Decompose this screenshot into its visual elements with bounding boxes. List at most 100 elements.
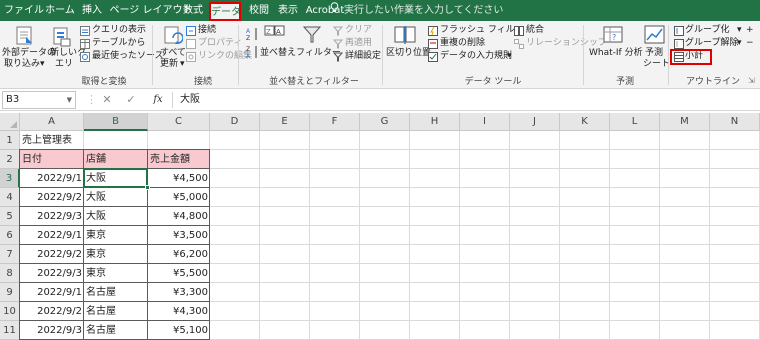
table-border [19, 320, 84, 340]
forecast-sheet-button[interactable]: 予測 [645, 48, 663, 59]
svg-text:Z: Z [246, 46, 250, 53]
group-divider [382, 25, 383, 85]
svg-text:?: ? [612, 33, 616, 42]
flash-fill-button[interactable]: フラッシュ フィル [440, 25, 515, 36]
svg-text:Z: Z [266, 28, 271, 36]
properties-button[interactable]: プロパティ [198, 38, 242, 49]
remove-duplicates-button[interactable]: 重複の削除 [440, 38, 485, 49]
table-border [83, 301, 148, 321]
show-detail-icon[interactable]: + [746, 25, 754, 36]
column-header-m[interactable]: M [660, 113, 710, 131]
name-box[interactable]: B3 ▼ [2, 91, 76, 109]
group-divider [152, 25, 153, 85]
row-header-10[interactable]: 10 [0, 302, 20, 321]
row-header-1[interactable]: 1 [0, 131, 20, 150]
group-label-outline: アウトライン [686, 77, 741, 87]
column-header-a[interactable]: A [20, 113, 84, 131]
clear-filter-button[interactable]: クリア [345, 25, 372, 36]
show-queries-button[interactable]: クエリの表示 [92, 25, 146, 36]
table-border [83, 263, 148, 283]
column-header-i[interactable]: I [460, 113, 510, 131]
select-all-button[interactable] [0, 113, 20, 131]
column-header-n[interactable]: N [710, 113, 760, 131]
column-header-g[interactable]: G [360, 113, 410, 131]
row-header-11[interactable]: 11 [0, 321, 20, 340]
refresh-all-button[interactable]: すべて [160, 48, 186, 59]
what-if-button[interactable]: What-If 分析 [589, 48, 643, 59]
row-header-2[interactable]: 2 [0, 150, 20, 169]
table-border [19, 187, 84, 207]
text-to-columns-button[interactable]: 区切り位置 [386, 48, 431, 59]
worksheet-grid: A B C D E F G H I J K L M N 1 2 3 4 5 6 7 8 9 10 11 売上管理表 日付 店舗 売上金額… [0, 113, 760, 340]
insert-function-icon[interactable]: fx [150, 92, 166, 108]
column-header-f[interactable]: F [310, 113, 360, 131]
column-header-c[interactable]: C [148, 113, 210, 131]
column-header-d[interactable]: D [210, 113, 260, 131]
column-header-e[interactable]: E [260, 113, 310, 131]
fill-handle[interactable] [145, 185, 150, 190]
sort-desc-icon: ZA [246, 45, 260, 62]
table-border [83, 320, 148, 340]
external-data-button[interactable]: 外部データの [2, 48, 56, 59]
group-divider [238, 25, 239, 85]
column-header-b[interactable]: B [84, 113, 148, 131]
cell-a1[interactable]: 売上管理表 [20, 131, 140, 150]
group-label-forecast: 予測 [615, 77, 634, 87]
refresh-all-label-2: 更新 [160, 59, 179, 69]
data-validation-button[interactable]: データの入力規則 [440, 51, 512, 62]
consolidate-button[interactable]: 統合 [526, 25, 544, 36]
reapply-button[interactable]: 再適用 [345, 38, 372, 49]
tell-me-box[interactable]: 実行したい作業を入力してください [330, 0, 503, 21]
row-header-4[interactable]: 4 [0, 188, 20, 207]
show-queries-icon [80, 26, 90, 39]
lightbulb-icon [330, 0, 339, 21]
tab-home[interactable]: ホーム [45, 0, 75, 21]
subtotal-highlight [670, 49, 712, 65]
advanced-filter-button[interactable]: 詳細設定 [345, 51, 381, 62]
row-header-9[interactable]: 9 [0, 283, 20, 302]
filter-icon [302, 25, 322, 48]
formula-content[interactable]: 大阪 [180, 92, 200, 108]
dialog-launcher-icon[interactable]: ⇲ [748, 76, 755, 85]
table-border [147, 187, 210, 207]
from-table-button[interactable]: テーブルから [92, 38, 145, 49]
enter-icon[interactable]: ✓ [124, 92, 138, 108]
tab-data[interactable]: データ [209, 2, 241, 21]
row-header-5[interactable]: 5 [0, 207, 20, 226]
tab-file[interactable]: ファイル [4, 0, 44, 21]
chevron-down-icon: ▾ [507, 51, 512, 61]
tab-review[interactable]: 校閲 [246, 0, 272, 21]
column-header-l[interactable]: L [610, 113, 660, 131]
sort-icon: ZA [264, 25, 286, 48]
row-header-7[interactable]: 7 [0, 245, 20, 264]
tab-insert[interactable]: 挿入 [80, 0, 104, 21]
column-header-h[interactable]: H [410, 113, 460, 131]
table-border [19, 206, 84, 226]
svg-text:A: A [276, 28, 281, 36]
table-border [19, 244, 84, 264]
more-options-icon: ⋮ [86, 93, 97, 106]
connections-icon [186, 26, 196, 39]
edit-links-button[interactable]: リンクの編集 [198, 51, 252, 62]
tab-view[interactable]: 表示 [276, 0, 300, 21]
row-header-3[interactable]: 3 [0, 169, 20, 188]
column-header-k[interactable]: K [560, 113, 610, 131]
svg-text:A: A [246, 28, 251, 35]
ungroup-button[interactable]: グループ解除 [685, 38, 738, 49]
group-button[interactable]: グループ化 [685, 25, 729, 36]
cancel-icon[interactable]: ✕ [100, 92, 114, 108]
column-header-j[interactable]: J [510, 113, 560, 131]
chevron-down-icon: ▾ [737, 25, 742, 35]
table-border [147, 206, 210, 226]
refresh-all-icon [163, 25, 184, 50]
sort-button[interactable]: 並べ替え [260, 48, 296, 59]
connections-button[interactable]: 接続 [198, 25, 216, 36]
gridline [559, 131, 560, 340]
table-border [83, 282, 148, 302]
row-header-6[interactable]: 6 [0, 226, 20, 245]
table-border [19, 168, 84, 188]
hide-detail-icon[interactable]: − [746, 38, 754, 49]
tab-formulas[interactable]: 数式 [180, 0, 206, 21]
row-header-8[interactable]: 8 [0, 264, 20, 283]
table-border [147, 168, 210, 188]
